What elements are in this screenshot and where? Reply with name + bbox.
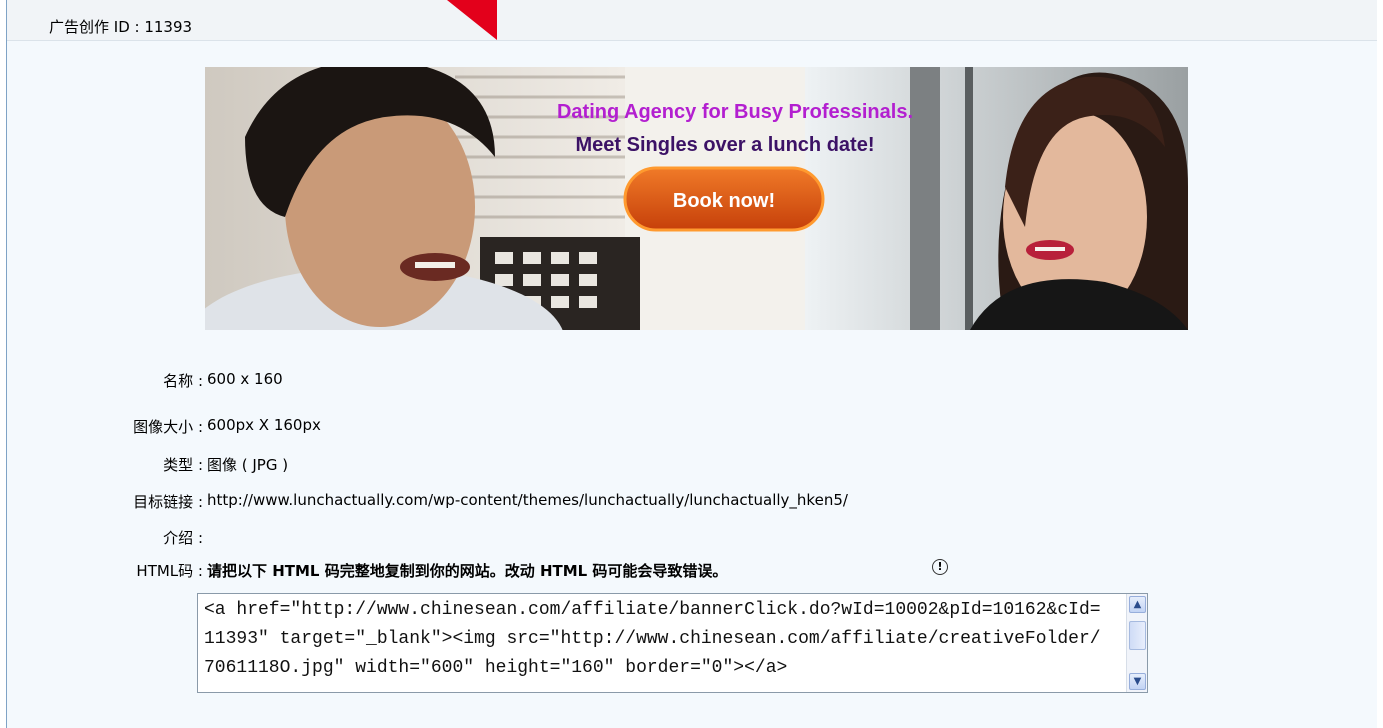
size-value: 600px X 160px [207,416,321,434]
banner-image: Dating Agency for Busy Professinals. Mee… [205,67,1188,330]
url-label: 目标链接 : [133,493,203,511]
html-code-textarea[interactable]: <a href="http://www.chinesean.com/affili… [197,593,1148,693]
page-title: 广告创作 ID : 11393 [49,18,193,36]
scroll-up-arrow-icon[interactable]: ▲ [1129,596,1146,613]
html-code-text[interactable]: <a href="http://www.chinesean.com/affili… [198,594,1109,683]
intro-label: 介绍 : [163,529,203,547]
size-label: 图像大小 : [133,418,203,436]
html-note: 请把以下 HTML 码完整地复制到你的网站。改动 HTML 码可能会导致错误。 [207,562,728,580]
red-arrow-pointer-icon [447,0,497,40]
banner-subline: Meet Singles over a lunch date! [576,134,875,156]
html-label: HTML码 : [136,562,203,580]
name-value: 600 x 160 [207,370,283,388]
type-label: 类型 : [163,456,203,474]
scroll-down-arrow-icon[interactable]: ▼ [1129,673,1146,690]
url-value: http://www.lunchactually.com/wp-content/… [207,491,848,509]
type-value: 图像 ( JPG ) [207,456,289,474]
page-header: 广告创作 ID : 11393 [7,0,1377,41]
code-scrollbar[interactable]: ▲ ▼ [1126,594,1147,692]
scrollbar-thumb[interactable] [1129,621,1146,650]
main-panel: 广告创作 ID : 11393 Dating Agency for Busy P… [6,0,1377,728]
info-icon[interactable]: ! [932,559,948,575]
banner-headline: Dating Agency for Busy Professinals. [557,101,913,123]
banner-book-now-label: Book now! [673,190,775,212]
name-label: 名称 : [163,372,203,390]
